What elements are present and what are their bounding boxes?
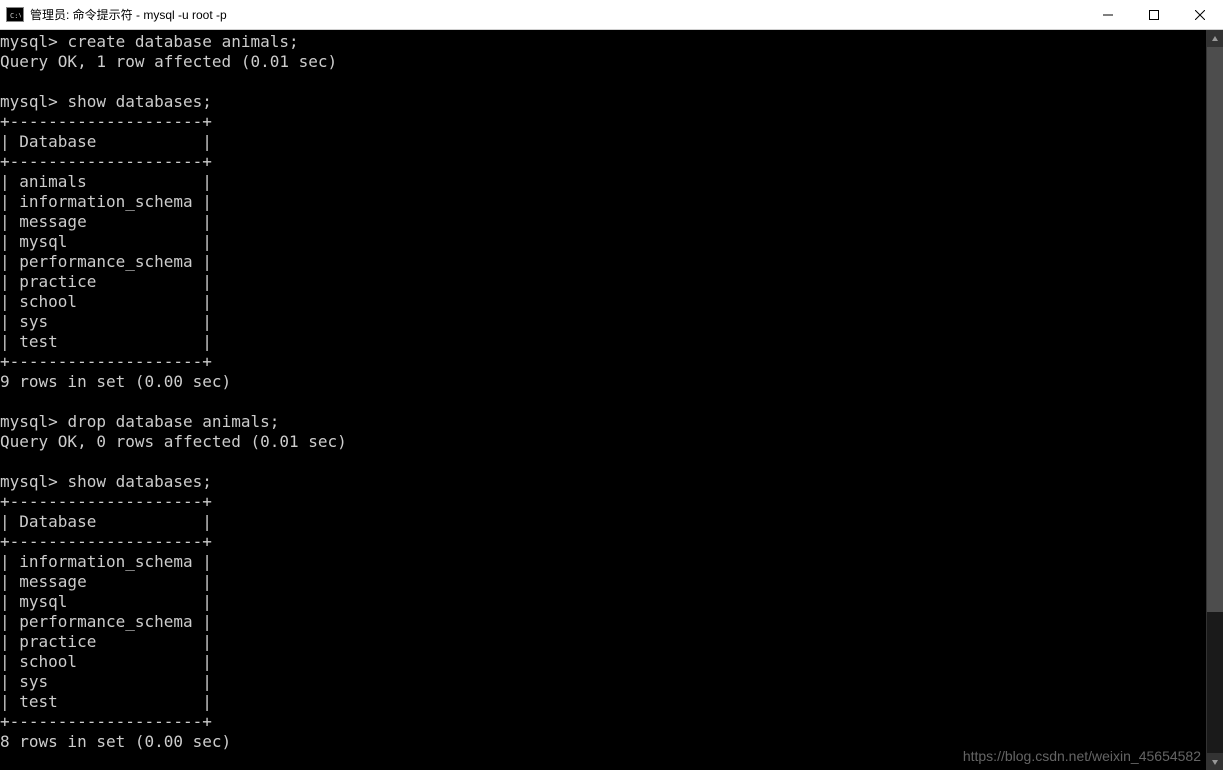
table-row: test bbox=[19, 332, 58, 351]
prompt: mysql> bbox=[0, 32, 58, 51]
window-controls bbox=[1085, 0, 1223, 29]
prompt: mysql> bbox=[0, 472, 58, 491]
table-row: animals bbox=[19, 172, 86, 191]
table-row: school bbox=[19, 652, 77, 671]
prompt: mysql> bbox=[0, 412, 58, 431]
command: create database animals; bbox=[67, 32, 298, 51]
table-row: practice bbox=[19, 632, 96, 651]
scrollbar[interactable] bbox=[1206, 30, 1223, 770]
table-header: Database bbox=[19, 512, 96, 531]
terminal-output[interactable]: mysql> create database animals; Query OK… bbox=[0, 30, 1206, 770]
titlebar: C:\ 管理员: 命令提示符 - mysql -u root -p bbox=[0, 0, 1223, 30]
table-row: performance_schema bbox=[19, 252, 192, 271]
table-row: mysql bbox=[19, 592, 67, 611]
scroll-down-button[interactable] bbox=[1207, 753, 1223, 770]
table-header: Database bbox=[19, 132, 96, 151]
table-row: mysql bbox=[19, 232, 67, 251]
maximize-button[interactable] bbox=[1131, 0, 1177, 29]
scroll-up-button[interactable] bbox=[1207, 30, 1223, 47]
command: drop database animals; bbox=[67, 412, 279, 431]
table-row: message bbox=[19, 572, 86, 591]
table-row: school bbox=[19, 292, 77, 311]
command: show databases; bbox=[67, 92, 212, 111]
terminal-area: mysql> create database animals; Query OK… bbox=[0, 30, 1223, 770]
window-title: 管理员: 命令提示符 - mysql -u root -p bbox=[30, 6, 1085, 23]
table-row: practice bbox=[19, 272, 96, 291]
scrollbar-track[interactable] bbox=[1207, 47, 1223, 753]
minimize-button[interactable] bbox=[1085, 0, 1131, 29]
svg-text:C:\: C:\ bbox=[10, 12, 21, 20]
table-row: sys bbox=[19, 312, 48, 331]
table-row: sys bbox=[19, 672, 48, 691]
result-line: Query OK, 0 rows affected (0.01 sec) bbox=[0, 432, 347, 451]
table-row: information_schema bbox=[19, 192, 192, 211]
command: show databases; bbox=[67, 472, 212, 491]
prompt: mysql> bbox=[0, 92, 58, 111]
cmd-icon: C:\ bbox=[6, 7, 24, 22]
result-line: 8 rows in set (0.00 sec) bbox=[0, 732, 231, 751]
close-button[interactable] bbox=[1177, 0, 1223, 29]
scrollbar-thumb[interactable] bbox=[1207, 47, 1223, 612]
table-row: test bbox=[19, 692, 58, 711]
result-line: Query OK, 1 row affected (0.01 sec) bbox=[0, 52, 337, 71]
table-row: performance_schema bbox=[19, 612, 192, 631]
result-line: 9 rows in set (0.00 sec) bbox=[0, 372, 231, 391]
table-row: message bbox=[19, 212, 86, 231]
table-row: information_schema bbox=[19, 552, 192, 571]
